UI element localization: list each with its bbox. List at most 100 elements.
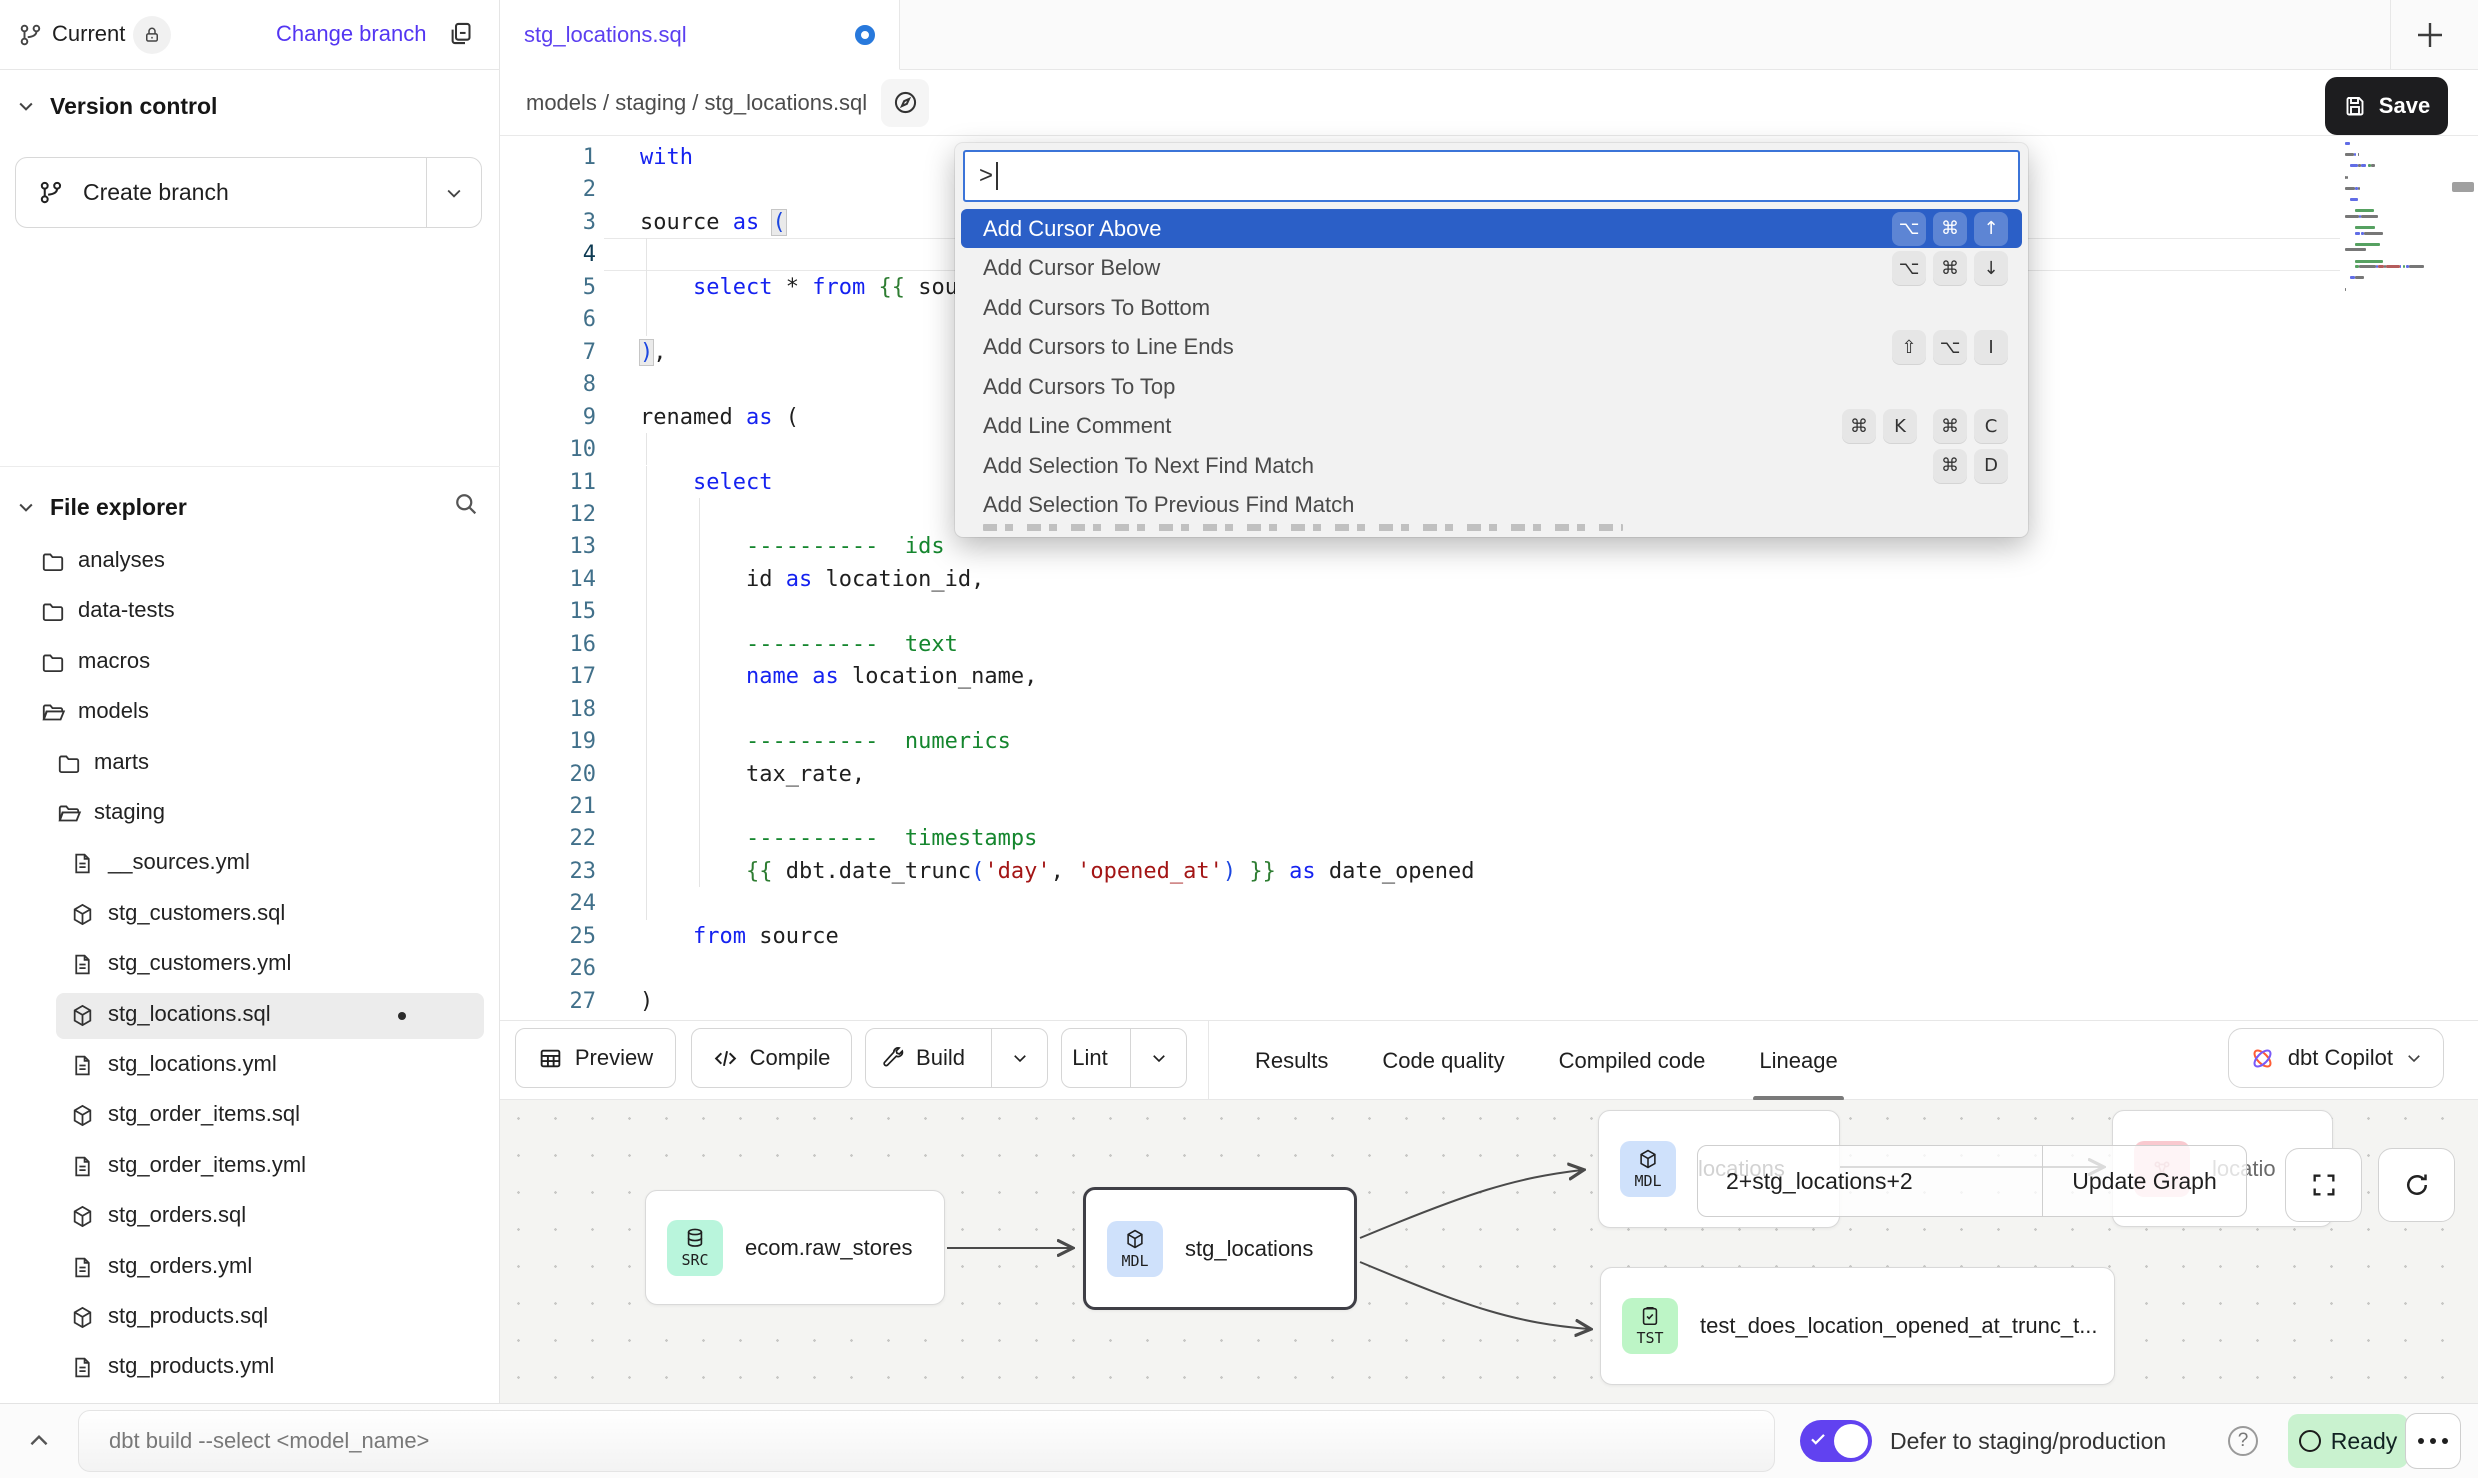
command-item-add-line-comment[interactable]: Add Line Comment⌘K⌘C [961, 407, 2022, 446]
tab-results[interactable]: Results [1255, 1021, 1328, 1101]
update-graph-button[interactable]: Update Graph [2042, 1146, 2246, 1216]
refresh-button[interactable] [2378, 1148, 2455, 1222]
more-options-button[interactable] [2405, 1413, 2461, 1469]
file-name: stg_products.sql [108, 1303, 268, 1329]
file-tree-item-stg-order-items-yml[interactable]: stg_order_items.yml [0, 1144, 500, 1190]
tab-lineage[interactable]: Lineage [1759, 1021, 1837, 1101]
file-tree-item-macros[interactable]: macros [0, 640, 500, 686]
build-button[interactable]: Build [865, 1028, 1048, 1088]
file-tree-item-stg-orders-yml[interactable]: stg_orders.yml [0, 1245, 500, 1291]
fullscreen-button[interactable] [2285, 1148, 2362, 1222]
test-badge: TST [1622, 1298, 1678, 1354]
command-label: Add Cursors to Line Ends [983, 334, 1234, 360]
file-tree-item-stg-order-items-sql[interactable]: stg_order_items.sql [0, 1093, 500, 1139]
command-item-add-cursors-to-bottom[interactable]: Add Cursors To Bottom [961, 288, 2022, 327]
build-label: Build [916, 1045, 965, 1071]
lint-button[interactable]: Lint [1061, 1028, 1187, 1088]
file-tree-item-stg-customers-sql[interactable]: stg_customers.sql [0, 892, 500, 938]
model-badge: MDL [1620, 1141, 1676, 1197]
key-chip: ⌘ [1842, 409, 1876, 443]
lineage-node-stg-locations[interactable]: MDL stg_locations [1083, 1187, 1357, 1310]
copilot-label: dbt Copilot [2288, 1045, 2393, 1071]
file-tree-item-marts[interactable]: marts [0, 741, 500, 787]
model-badge: MDL [1107, 1221, 1163, 1277]
version-control-header[interactable]: Version control [16, 86, 217, 126]
divider [2390, 0, 2391, 70]
compile-label: Compile [750, 1045, 831, 1071]
build-dropdown[interactable] [991, 1028, 1047, 1088]
indent-guide [699, 790, 700, 822]
file-name: stg_customers.yml [108, 950, 291, 976]
file-icon [70, 1355, 95, 1380]
keyboard-shortcut: ⌘K⌘C [1842, 409, 2008, 443]
code-line-3: source as ( [640, 206, 786, 239]
file-tree-item-data-tests[interactable]: data-tests [0, 589, 500, 635]
change-branch-link[interactable]: Change branch [276, 21, 426, 47]
command-item-add-cursors-to-top[interactable]: Add Cursors To Top [961, 367, 2022, 406]
modified-dot-icon [398, 1012, 406, 1020]
file-tree-item-stg-locations-sql[interactable]: stg_locations.sql [0, 993, 500, 1039]
code-line-17: name as location_name, [640, 660, 1037, 693]
tab-stg-locations-sql[interactable]: stg_locations.sql [500, 0, 900, 70]
command-label: Add Cursors To Bottom [983, 295, 1210, 321]
file-tree-item-stg-locations-yml[interactable]: stg_locations.yml [0, 1043, 500, 1089]
lint-dropdown[interactable] [1130, 1028, 1186, 1088]
file-tree-item-stg-orders-sql[interactable]: stg_orders.sql [0, 1194, 500, 1240]
file-icon [70, 1255, 95, 1280]
dbt-copilot-button[interactable]: dbt Copilot [2228, 1028, 2444, 1088]
command-item-add-cursor-below[interactable]: Add Cursor Below⌥⌘↓ [961, 249, 2022, 288]
folder-icon [40, 650, 66, 676]
editor-tabbar: stg_locations.sql [500, 0, 2478, 70]
command-palette-input[interactable]: > [963, 150, 2020, 202]
line-number: 1 [536, 141, 596, 174]
create-branch-dropdown[interactable] [426, 157, 481, 228]
defer-toggle[interactable] [1800, 1420, 1872, 1462]
file-tree-item-stg-products-yml[interactable]: stg_products.yml [0, 1345, 500, 1391]
preview-button[interactable]: Preview [515, 1028, 676, 1088]
model-cube-icon [70, 1305, 95, 1330]
command-item-add-cursors-to-line-ends[interactable]: Add Cursors to Line Ends⇧⌥I [961, 328, 2022, 367]
tab-compiled-code[interactable]: Compiled code [1559, 1021, 1706, 1101]
lineage-compass-icon[interactable] [881, 79, 929, 127]
help-icon[interactable]: ? [2228, 1426, 2258, 1456]
key-chip: ⌥ [1933, 330, 1967, 364]
tab-code-quality[interactable]: Code quality [1382, 1021, 1504, 1101]
file-tree-item-models[interactable]: models [0, 690, 500, 736]
file-tree-item-staging[interactable]: staging [0, 791, 500, 837]
line-number: 3 [536, 206, 596, 239]
file-name: stg_locations.sql [108, 1001, 271, 1027]
line-number: 21 [536, 790, 596, 823]
key-chip: ⌘ [1933, 409, 1967, 443]
command-item-add-selection-to-next-find-match[interactable]: Add Selection To Next Find Match⌘D [961, 446, 2022, 485]
key-chip: ⌘ [1933, 449, 1967, 483]
compile-button[interactable]: Compile [691, 1028, 852, 1088]
minimap[interactable] [2345, 142, 2455, 312]
file-tree-item-stg-customers-yml[interactable]: stg_customers.yml [0, 942, 500, 988]
status-bar: dbt build --select <model_name> Defer to… [0, 1403, 2478, 1478]
chevron-up-icon[interactable] [26, 1428, 52, 1454]
command-item-add-selection-to-previous-find-match[interactable]: Add Selection To Previous Find Match [961, 486, 2022, 525]
copy-icon[interactable] [447, 20, 474, 47]
file-explorer-header[interactable]: File explorer [16, 487, 187, 527]
lineage-node-test[interactable]: TST test_does_location_opened_at_trunc_t… [1600, 1267, 2115, 1385]
lineage-panel[interactable]: SRC ecom.raw_stores MDL stg_locations MD… [500, 1100, 2478, 1403]
ready-label: Ready [2331, 1428, 2397, 1455]
key-chip: D [1974, 449, 2008, 483]
save-button[interactable]: Save [2325, 77, 2448, 135]
new-tab-plus-icon[interactable] [2412, 17, 2448, 53]
file-tree-item-stg-products-sql[interactable]: stg_products.sql [0, 1295, 500, 1341]
lineage-node-source[interactable]: SRC ecom.raw_stores [645, 1190, 945, 1305]
dbt-command-input[interactable]: dbt build --select <model_name> [78, 1410, 1775, 1472]
copilot-icon [2249, 1045, 2276, 1072]
search-icon[interactable] [452, 490, 480, 518]
indent-guide [699, 498, 700, 530]
file-tree-item-analyses[interactable]: analyses [0, 539, 500, 585]
ready-status-button[interactable]: Ready [2288, 1414, 2408, 1468]
check-icon [1809, 1430, 1827, 1448]
create-branch-button[interactable]: Create branch [15, 157, 482, 228]
indent-guide [646, 693, 647, 725]
command-item-add-cursor-above[interactable]: Add Cursor Above⌥⌘↑ [961, 209, 2022, 248]
file-tree-item--sources-yml[interactable]: __sources.yml [0, 841, 500, 887]
lineage-selector-input[interactable]: 2+stg_locations+2 [1698, 1168, 2042, 1195]
scrollbar-thumb[interactable] [2452, 182, 2474, 192]
